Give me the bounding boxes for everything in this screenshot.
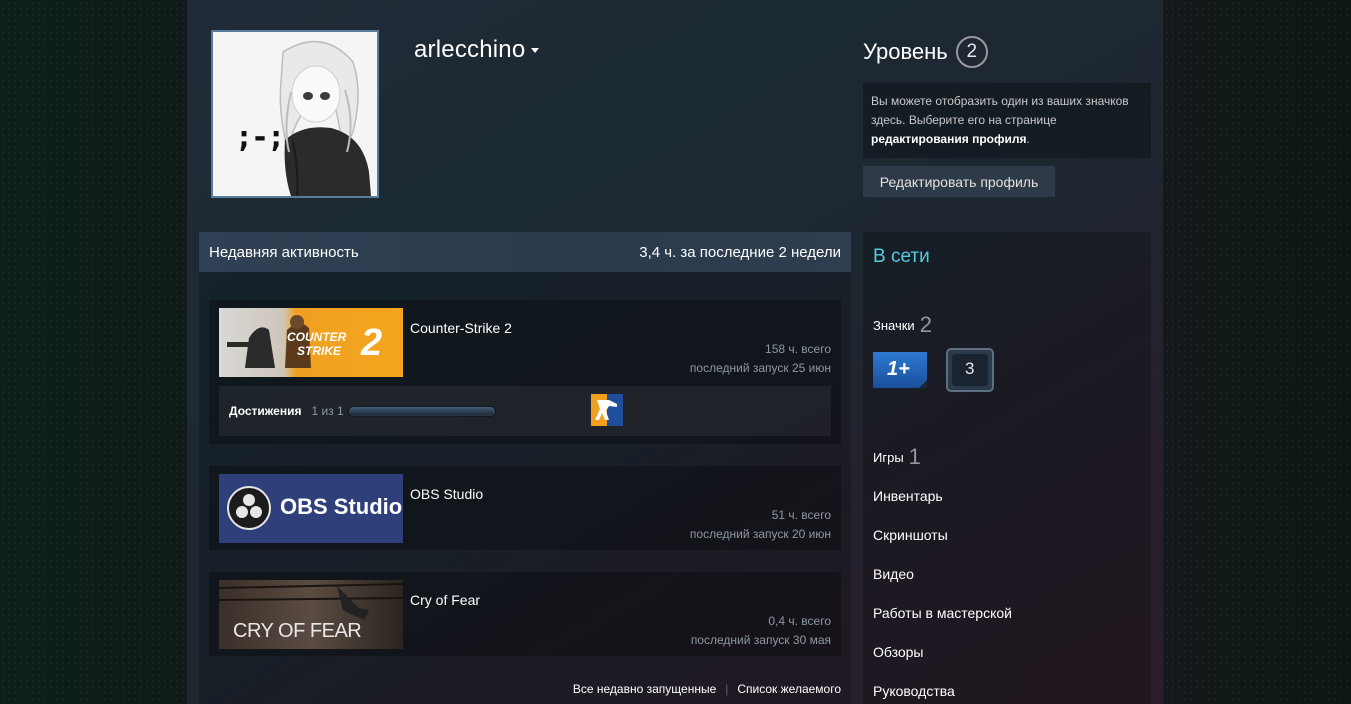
game-name[interactable]: Cry of Fear [410,592,480,608]
edit-profile-button[interactable]: Редактировать профиль [863,166,1055,197]
recent-activity: Недавняя активность 3,4 ч. за последние … [199,232,851,704]
game-name[interactable]: OBS Studio [410,486,483,502]
level-note-text: Вы можете отобразить один из ваших значк… [871,94,1129,127]
achievement-progress-fill [349,407,494,415]
sidebar-item-guides[interactable]: Руководства [873,683,955,699]
badge2-text: 3 [965,359,975,378]
all-recent-games-link[interactable]: Все недавно запущенные [573,682,716,696]
cry-of-fear-capsule-text: CRY OF FEAR [233,620,362,642]
achievement-progress-bar [347,405,496,417]
game-row-cry-of-fear: CRY OF FEAR Cry of Fear 0,4 ч. всего пос… [209,572,841,656]
game-name[interactable]: Counter-Strike 2 [410,320,512,336]
profile-sidebar: В сети Значки 2 1+ 3 Игры 1 Инвентарь Скри… [863,232,1151,704]
badges-label: Значки [873,318,915,333]
sidebar-item-badges[interactable]: Значки 2 [873,312,932,338]
sidebar-item-reviews[interactable]: Обзоры [873,644,924,660]
level-title: Уровень [863,39,948,64]
level-note: Вы можете отобразить один из ваших значк… [863,83,1151,158]
game-row-cs2: COUNTER STRIKE 2 Counter-Strike 2 158 ч.… [209,300,841,444]
game-capsule-cs2[interactable]: COUNTER STRIKE 2 [219,308,403,377]
recent-activity-title[interactable]: Недавняя активность [209,244,359,261]
sidebar-item-screenshots[interactable]: Скриншоты [873,527,948,543]
edit-profile-link[interactable]: редактирования профиля [871,132,1026,146]
persona-name-label: arlecchino [414,36,526,63]
cs2-capsule-text-2: STRIKE [297,344,342,358]
online-status: В сети [873,246,930,267]
games-count: 1 [908,444,921,469]
badges-count: 2 [919,312,932,337]
sidebar-item-games[interactable]: Игры 1 [873,444,921,470]
sidebar-item-inventory[interactable]: Инвентарь [873,488,943,504]
recent-activity-summary: 3,4 ч. за последние 2 недели [639,243,841,261]
recent-links: Все недавно запущенные | Список желаемог… [573,682,841,696]
sidebar-item-videos[interactable]: Видео [873,566,914,582]
game-row-obs: OBS Studio OBS Studio 51 ч. всего послед… [209,466,841,550]
badge-level[interactable]: 3 [946,348,994,392]
avatar[interactable]: ;-; [211,30,379,198]
badge1-text: 1+ [887,358,910,380]
level-note-end: . [1026,132,1030,146]
game-hours: 0,4 ч. всего [768,614,831,628]
avatar-caption: ;-; [235,120,285,155]
achievements-label[interactable]: Достижения [229,404,301,418]
badge-years-of-service[interactable]: 1+ [873,352,927,388]
games-label: Игры [873,450,904,465]
game-hours: 158 ч. всего [765,342,831,356]
game-capsule-obs[interactable]: OBS Studio [219,474,403,543]
persona-name[interactable]: arlecchino [414,36,540,64]
obs-capsule-text: OBS Studio [280,494,403,519]
link-separator: | [725,682,729,696]
game-last-played: последний запуск 30 мая [690,633,831,647]
chevron-down-icon[interactable] [531,48,540,54]
sidebar-item-workshop[interactable]: Работы в мастерской [873,605,1012,621]
level-block: Уровень 2 [863,36,988,68]
achievements-row: Достижения 1 из 1 [219,386,831,436]
wishlist-link[interactable]: Список желаемого [737,682,841,696]
achievement-icon[interactable] [591,394,623,426]
recent-activity-header: Недавняя активность 3,4 ч. за последние … [199,232,851,272]
cs2-capsule-num: 2 [361,322,383,364]
achievements-count: 1 из 1 [311,404,344,418]
game-last-played: последний запуск 25 июн [689,361,831,375]
game-capsule-cry-of-fear[interactable]: CRY OF FEAR [219,580,403,649]
cs2-capsule-text-1: COUNTER [287,330,347,344]
game-hours: 51 ч. всего [771,508,831,522]
profile-page: ;-; arlecchino Уровень 2 Вы можете отобр… [187,0,1163,704]
avatar-image [213,32,377,196]
game-last-played: последний запуск 20 июн [689,527,831,541]
level-badge[interactable]: 2 [955,36,988,68]
